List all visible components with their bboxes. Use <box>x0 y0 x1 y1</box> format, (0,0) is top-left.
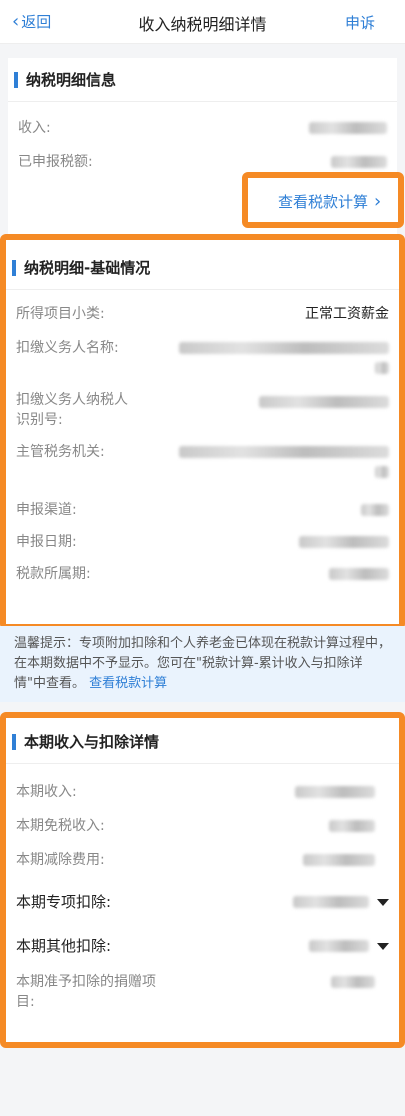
period-deduction-row: 本期减除费用: <box>6 850 399 870</box>
tax-authority-label: 主管税务机关: <box>16 444 105 460</box>
period-exempt-row: 本期免税收入: <box>6 816 399 836</box>
declare-channel-row: 申报渠道: <box>6 500 399 520</box>
special-deduction-label: 本期专项扣除: <box>16 893 112 911</box>
tax-authority-row: 主管税务机关: <box>6 442 399 482</box>
basic-info-card: 纳税明细-基础情况 所得项目小类: 正常工资薪金 扣缴义务人名称: 扣缴义务人纳… <box>0 234 405 630</box>
chevron-right-icon: › <box>374 191 382 212</box>
section-header: 本期收入与扣除详情 <box>6 720 399 764</box>
section-bar <box>14 71 18 88</box>
period-exempt-value-redacted <box>329 820 375 832</box>
declared-tax-label: 已申报税额: <box>18 154 93 170</box>
section-title: 纳税明细信息 <box>26 71 117 89</box>
donation-deduction-row: 本期准予扣除的捐赠项 目: <box>6 972 399 1012</box>
period-exempt-label: 本期免税收入: <box>16 818 105 834</box>
tax-authority-value-redacted <box>179 446 389 482</box>
withholder-taxid-row: 扣缴义务人纳税人 识别号: <box>6 390 399 430</box>
income-label: 收入: <box>18 120 51 136</box>
declared-tax-value-redacted <box>331 156 387 168</box>
donation-deduction-value-redacted <box>331 976 375 988</box>
appeal-button[interactable]: 申诉 <box>345 12 375 33</box>
declared-tax-row: 已申报税额: <box>8 152 397 172</box>
caret-down-icon[interactable] <box>377 898 389 906</box>
withholder-taxid-label: 扣缴义务人纳税人 识别号: <box>16 392 128 428</box>
view-tax-calc-link[interactable]: 查看税款计算 › <box>278 191 381 212</box>
tip-banner: 温馨提示：专项附加扣除和个人养老金已体现在税款计算过程中，在本期数据中不予显示。… <box>0 626 405 702</box>
withholder-name-value-redacted <box>179 342 389 378</box>
period-income-row: 本期收入: <box>6 782 399 802</box>
period-deduction-value-redacted <box>303 854 375 866</box>
special-deduction-value <box>293 892 389 912</box>
withholder-name-label: 扣缴义务人名称: <box>16 340 119 356</box>
special-deduction-row[interactable]: 本期专项扣除: <box>6 892 399 912</box>
withholder-name-row: 扣缴义务人名称: <box>6 338 399 378</box>
period-income-value-redacted <box>295 786 375 798</box>
other-deduction-row[interactable]: 本期其他扣除: <box>6 936 399 956</box>
section-title: 纳税明细-基础情况 <box>24 259 151 277</box>
income-category-label: 所得项目小类: <box>16 306 105 322</box>
declare-date-label: 申报日期: <box>16 534 77 550</box>
other-deduction-label: 本期其他扣除: <box>16 937 112 955</box>
tip-view-calc-link[interactable]: 查看税款计算 <box>89 676 167 691</box>
section-title: 本期收入与扣除详情 <box>24 733 160 751</box>
calc-link-highlight: 查看税款计算 › <box>242 172 404 228</box>
view-tax-calc-label: 查看税款计算 <box>278 193 369 211</box>
other-deduction-value <box>309 936 389 956</box>
tax-period-label: 税款所属期: <box>16 566 91 582</box>
section-header: 纳税明细信息 <box>8 58 397 102</box>
income-category-row: 所得项目小类: 正常工资薪金 <box>6 304 399 324</box>
withholder-taxid-value-redacted <box>259 396 389 408</box>
declare-date-value-redacted <box>299 536 389 548</box>
income-category-value: 正常工资薪金 <box>305 306 389 322</box>
declare-channel-value-redacted <box>361 504 389 516</box>
donation-deduction-label: 本期准予扣除的捐赠项 目: <box>16 974 156 1010</box>
period-income-label: 本期收入: <box>16 784 77 800</box>
income-row: 收入: <box>8 118 397 138</box>
section-header: 纳税明细-基础情况 <box>6 246 399 290</box>
section-bar <box>12 259 16 276</box>
section-bar <box>12 733 16 750</box>
other-deduction-value-redacted <box>309 940 369 952</box>
nav-bar: ‹ 返回 收入纳税明细详情 申诉 <box>0 0 405 44</box>
declare-date-row: 申报日期: <box>6 532 399 552</box>
tax-period-value-redacted <box>329 568 389 580</box>
caret-down-icon[interactable] <box>377 942 389 950</box>
special-deduction-value-redacted <box>293 896 369 908</box>
tip-text: 温馨提示：专项附加扣除和个人养老金已体现在税款计算过程中，在本期数据中不予显示。… <box>14 636 392 691</box>
tax-period-row: 税款所属期: <box>6 564 399 584</box>
income-value-redacted <box>309 122 387 134</box>
period-deduction-label: 本期减除费用: <box>16 852 105 868</box>
period-detail-card: 本期收入与扣除详情 本期收入: 本期免税收入: 本期减除费用: 本期专项扣除: … <box>0 712 405 1048</box>
declare-channel-label: 申报渠道: <box>16 502 77 518</box>
